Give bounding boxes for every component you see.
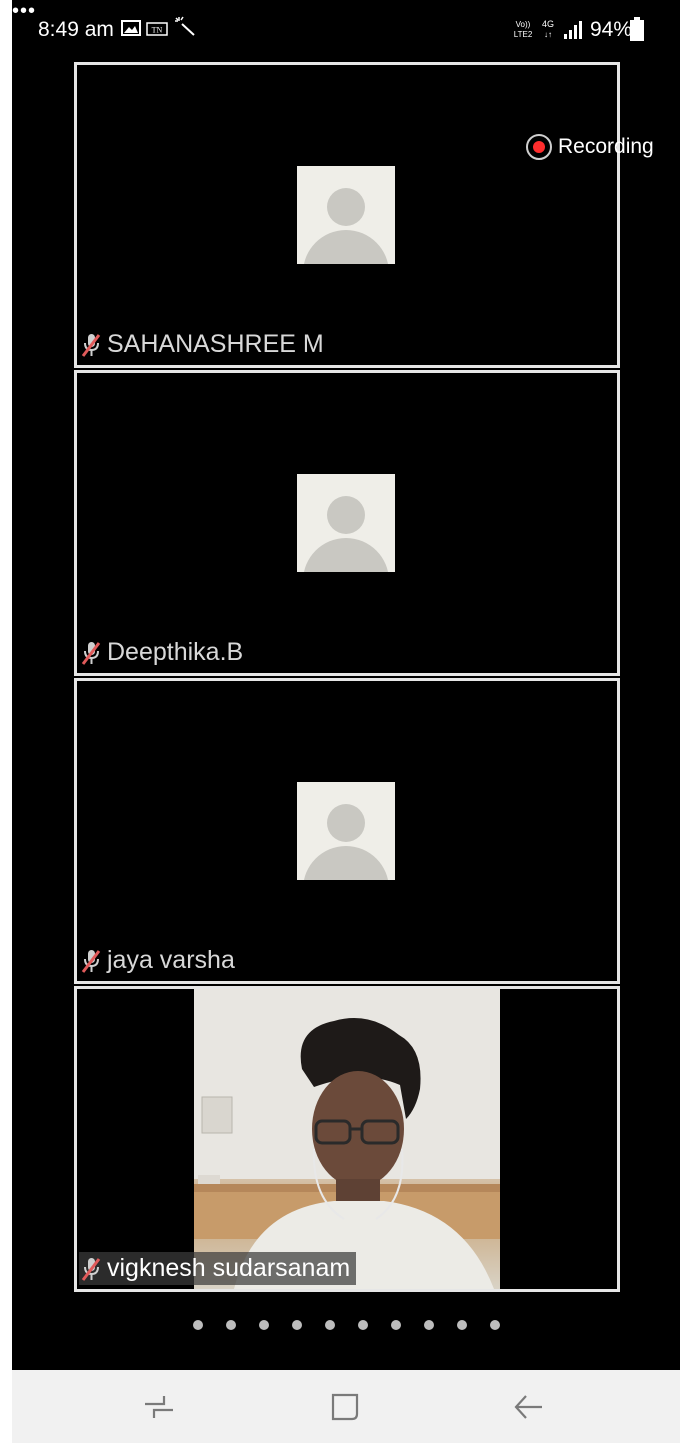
battery-percent: 94% [590, 18, 633, 41]
page-dot[interactable] [357, 1320, 368, 1330]
navigation-bar [12, 1370, 680, 1443]
recording-indicator: Recording [526, 134, 654, 160]
recent-apps-icon[interactable] [142, 1392, 176, 1422]
video-frame-image [194, 989, 500, 1289]
participant-tile[interactable]: SAHANASHREE M [74, 62, 620, 368]
participant-name-label: Deepthika.B [79, 636, 249, 669]
back-icon[interactable] [512, 1392, 546, 1422]
page-dot[interactable] [489, 1320, 500, 1330]
svg-text:TN: TN [152, 26, 163, 35]
page-dot[interactable] [324, 1320, 335, 1330]
magic-wand-icon [175, 16, 195, 36]
participant-name: jaya varsha [107, 946, 235, 974]
page-indicator[interactable] [12, 1320, 680, 1330]
tn-icon: TN [146, 22, 168, 36]
participant-tile[interactable]: jaya varsha [74, 678, 620, 984]
battery-icon [630, 17, 644, 41]
mic-muted-icon [81, 333, 101, 357]
gallery-icon [121, 20, 141, 36]
signal-icon [564, 21, 582, 39]
status-time: 8:49 am [38, 18, 114, 41]
participant-video [194, 989, 500, 1289]
network-type-label: 4G [542, 19, 554, 29]
page-dot[interactable] [390, 1320, 401, 1330]
meeting-screen: 8:49 am TN ••• Vo)) LTE2 4G ↓↑ 94% SAHAN… [12, 0, 680, 1443]
participant-name: Deepthika.B [107, 638, 244, 666]
page-dot[interactable] [456, 1320, 467, 1330]
svg-text:Vo)): Vo)) [516, 20, 531, 29]
status-bar: 8:49 am TN ••• Vo)) LTE2 4G ↓↑ 94% [12, 0, 680, 62]
page-dot[interactable] [423, 1320, 434, 1330]
participant-tile[interactable]: Deepthika.B [74, 370, 620, 676]
mic-muted-icon [81, 641, 101, 665]
page-dot[interactable] [258, 1320, 269, 1330]
mic-muted-icon [81, 949, 101, 973]
page-dot[interactable] [225, 1320, 236, 1330]
participant-name-label: SAHANASHREE M [79, 328, 330, 361]
home-icon[interactable] [328, 1392, 362, 1422]
mic-muted-icon [81, 1257, 101, 1281]
recording-label: Recording [558, 135, 654, 158]
page-dot[interactable] [291, 1320, 302, 1330]
recording-icon [526, 134, 552, 160]
participant-name: vigknesh sudarsanam [107, 1254, 351, 1282]
page-dot[interactable] [192, 1320, 203, 1330]
participant-name-label: jaya varsha [79, 944, 241, 977]
participant-name-label: vigknesh sudarsanam [79, 1252, 357, 1285]
svg-text:↓↑: ↓↑ [544, 30, 552, 39]
avatar-placeholder [297, 166, 395, 264]
network-type-icon: 4G ↓↑ [542, 19, 554, 39]
avatar-placeholder [297, 474, 395, 572]
participant-name: SAHANASHREE M [107, 330, 324, 358]
avatar-placeholder [297, 782, 395, 880]
svg-text:LTE2: LTE2 [514, 30, 533, 39]
volte-icon: Vo)) LTE2 [514, 20, 533, 39]
participant-tile[interactable]: vigknesh sudarsanam [74, 986, 620, 1292]
